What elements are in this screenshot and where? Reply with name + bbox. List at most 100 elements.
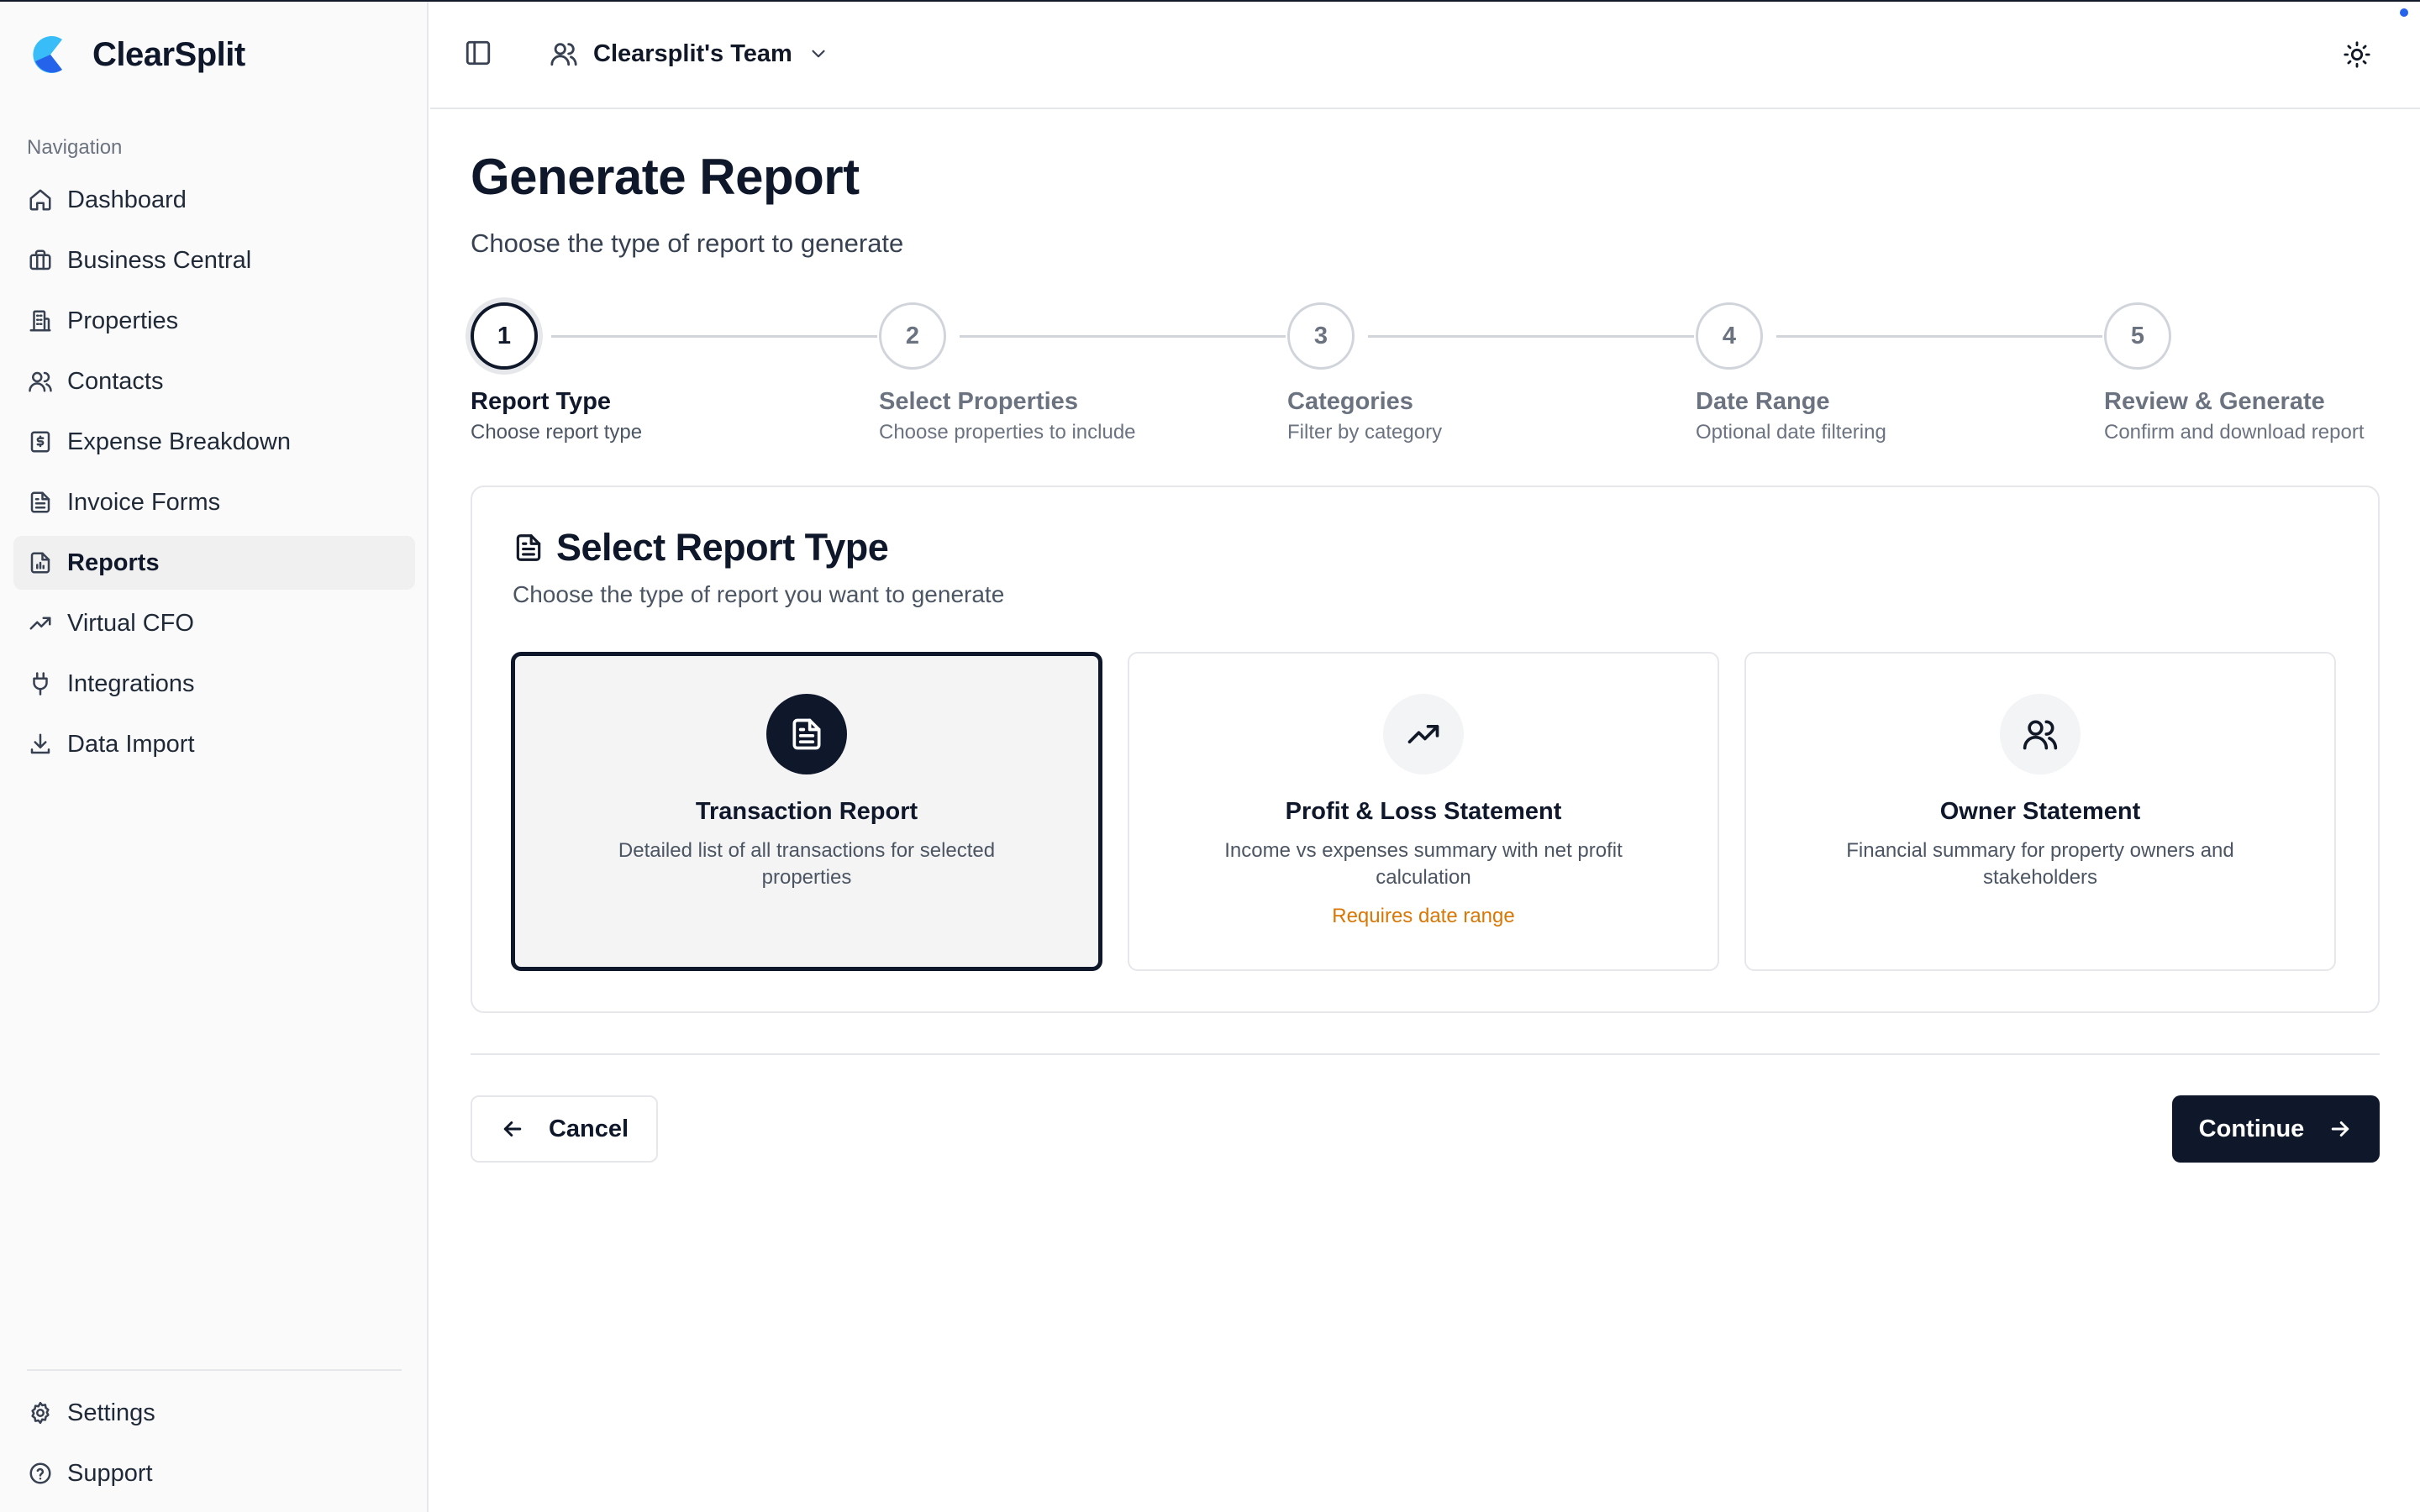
step-report-type[interactable]: 1 Report Type Choose report type xyxy=(471,302,642,444)
sidebar-item-label: Invoice Forms xyxy=(67,488,221,516)
sidebar-item-properties[interactable]: Properties xyxy=(13,294,415,348)
card-title: Select Report Type xyxy=(556,526,889,569)
clearsplit-logo-icon xyxy=(33,36,62,74)
option-icon-wrap xyxy=(1383,694,1464,774)
sidebar-item-label: Dashboard xyxy=(67,186,187,213)
step-number: 1 xyxy=(471,302,538,370)
sidebar-item-label: Support xyxy=(67,1459,153,1487)
building-icon xyxy=(27,307,54,334)
sidebar-item-business-central[interactable]: Business Central xyxy=(13,234,415,287)
option-owner-statement[interactable]: Owner Statement Financial summary for pr… xyxy=(1744,652,2336,971)
sidebar-nav: Dashboard Business Central Properties Co… xyxy=(13,173,415,778)
sidebar-item-label: Reports xyxy=(67,549,160,576)
theme-toggle-button[interactable] xyxy=(2343,40,2371,69)
option-profit-loss[interactable]: Profit & Loss Statement Income vs expens… xyxy=(1128,652,1719,971)
sidebar-bottom-nav: Settings Support xyxy=(13,1386,415,1507)
sun-icon xyxy=(2344,41,2370,68)
sidebar-item-label: Settings xyxy=(67,1399,155,1426)
step-label: Select Properties xyxy=(879,388,1078,415)
step-label: Date Range xyxy=(1696,388,1830,415)
home-icon xyxy=(27,186,54,213)
briefcase-icon xyxy=(27,247,54,274)
step-description: Choose properties to include xyxy=(879,421,1136,444)
option-icon-wrap xyxy=(2000,694,2081,774)
step-number: 4 xyxy=(1696,302,1763,370)
team-switcher[interactable]: Clearsplit's Team xyxy=(550,35,829,72)
step-date-range[interactable]: 4 Date Range Optional date filtering xyxy=(1696,302,1886,444)
step-description: Choose report type xyxy=(471,421,643,444)
page-subtitle: Choose the type of report to generate xyxy=(471,228,904,258)
step-label: Review & Generate xyxy=(2104,388,2325,415)
file-text-icon xyxy=(792,718,821,750)
file-chart-icon xyxy=(27,549,54,576)
option-icon-wrap xyxy=(766,694,847,774)
sidebar-item-label: Expense Breakdown xyxy=(67,428,291,455)
trending-up-icon xyxy=(1407,725,1439,743)
actions-divider xyxy=(471,1053,2380,1055)
sidebar-toggle-button[interactable] xyxy=(464,39,494,69)
sidebar-item-invoice-forms[interactable]: Invoice Forms xyxy=(13,475,415,529)
sidebar-item-label: Virtual CFO xyxy=(67,609,194,637)
download-icon xyxy=(27,731,54,758)
cancel-button[interactable]: Cancel xyxy=(471,1095,658,1163)
step-label: Categories xyxy=(1287,388,1413,415)
step-description: Optional date filtering xyxy=(1696,421,1886,444)
arrow-left-icon xyxy=(503,1121,522,1137)
sidebar-item-label: Business Central xyxy=(67,246,252,274)
file-text-icon xyxy=(27,489,54,516)
option-description: Detailed list of all transactions for se… xyxy=(618,839,996,889)
option-title: Profit & Loss Statement xyxy=(1285,798,1562,825)
step-description: Filter by category xyxy=(1287,421,1443,444)
sidebar-item-virtual-cfo[interactable]: Virtual CFO xyxy=(13,596,415,650)
app-name: ClearSplit xyxy=(92,35,245,73)
sidebar-item-label: Contacts xyxy=(67,367,164,395)
sidebar-item-expense-breakdown[interactable]: Expense Breakdown xyxy=(13,415,415,469)
step-select-properties[interactable]: 2 Select Properties Choose properties to… xyxy=(879,302,1136,444)
help-circle-icon xyxy=(27,1460,54,1487)
sidebar-item-support[interactable]: Support xyxy=(13,1446,415,1500)
users-icon xyxy=(550,43,577,66)
team-name: Clearsplit's Team xyxy=(593,39,792,67)
plug-icon xyxy=(27,670,54,697)
trending-up-icon xyxy=(27,610,54,637)
continue-label: Continue xyxy=(2198,1115,2305,1142)
step-number: 3 xyxy=(1287,302,1355,370)
report-type-card: Select Report Type Choose the type of re… xyxy=(471,486,2380,1013)
sidebar-item-label: Integrations xyxy=(67,669,195,697)
option-title: Transaction Report xyxy=(695,798,918,825)
nav-heading: Navigation xyxy=(27,136,123,159)
step-number: 2 xyxy=(879,302,946,370)
step-categories[interactable]: 3 Categories Filter by category xyxy=(1287,302,1442,444)
card-header: Select Report Type xyxy=(513,526,889,570)
chevron-down-icon xyxy=(812,50,825,58)
cancel-label: Cancel xyxy=(548,1115,629,1142)
report-stepper: 1 Report Type Choose report type 2 Selec… xyxy=(471,302,2380,454)
sidebar: ClearSplit Navigation Dashboard Business… xyxy=(0,2,429,1512)
step-description: Confirm and download report xyxy=(2104,421,2365,444)
option-title: Owner Statement xyxy=(1939,798,2141,825)
continue-button[interactable]: Continue xyxy=(2172,1095,2380,1163)
gear-icon xyxy=(27,1399,54,1426)
option-description: Financial summary for property owners an… xyxy=(1846,839,2234,889)
sidebar-item-settings[interactable]: Settings xyxy=(13,1386,415,1440)
dollar-receipt-icon xyxy=(27,428,54,455)
step-review-generate[interactable]: 5 Review & Generate Confirm and download… xyxy=(2104,302,2365,444)
option-requirement-note: Requires date range xyxy=(1332,905,1515,927)
sidebar-item-dashboard[interactable]: Dashboard xyxy=(13,173,415,227)
option-transaction-report[interactable]: Transaction Report Detailed list of all … xyxy=(511,652,1102,971)
step-label: Report Type xyxy=(471,388,612,415)
sidebar-item-data-import[interactable]: Data Import xyxy=(13,717,415,771)
step-number: 5 xyxy=(2104,302,2171,370)
arrow-right-icon xyxy=(2332,1121,2349,1137)
top-header: Clearsplit's Team xyxy=(430,2,2420,109)
users-icon xyxy=(27,368,54,395)
card-subtitle: Choose the type of report you want to ge… xyxy=(513,581,1005,607)
option-description: Income vs expenses summary with net prof… xyxy=(1224,839,1623,889)
users-icon xyxy=(2023,720,2058,750)
brand[interactable]: ClearSplit xyxy=(27,29,245,81)
sidebar-item-integrations[interactable]: Integrations xyxy=(13,657,415,711)
sidebar-item-contacts[interactable]: Contacts xyxy=(13,354,415,408)
file-text-icon xyxy=(516,534,541,561)
sidebar-item-reports[interactable]: Reports xyxy=(13,536,415,590)
sidebar-item-label: Properties xyxy=(67,307,179,334)
